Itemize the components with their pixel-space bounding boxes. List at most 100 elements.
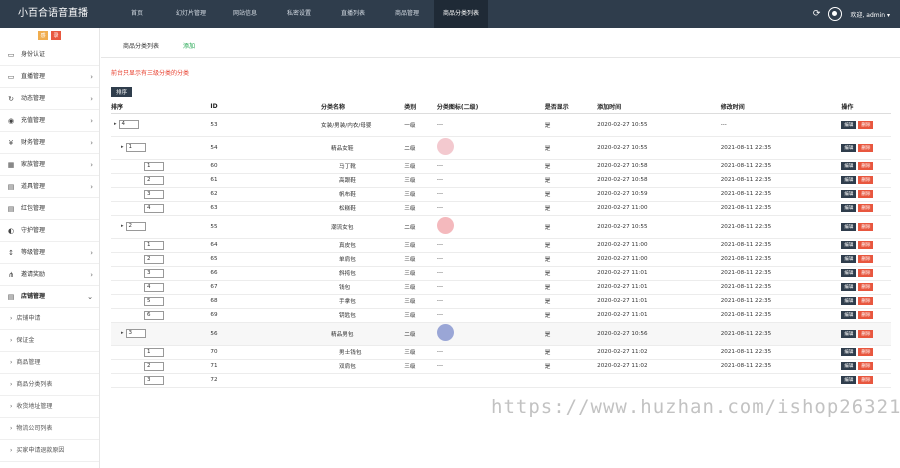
- edit-button[interactable]: 编辑: [841, 162, 857, 170]
- brand-title[interactable]: 小百合语音直播: [0, 0, 110, 28]
- edit-button[interactable]: 编辑: [841, 176, 857, 184]
- edit-button[interactable]: 编辑: [841, 241, 857, 249]
- delete-button[interactable]: 删除: [858, 241, 874, 249]
- sidebar-item[interactable]: ▦ 家族管理 ›: [0, 154, 99, 176]
- delete-button[interactable]: 删除: [858, 297, 874, 305]
- sort-input[interactable]: 2: [144, 361, 164, 371]
- nav-tab[interactable]: 首页: [110, 0, 164, 28]
- badge-red[interactable]: 录: [51, 31, 61, 40]
- delete-button[interactable]: 删除: [858, 348, 874, 356]
- sidebar-item[interactable]: ▭ 直播管理 ›: [0, 66, 99, 88]
- delete-button[interactable]: 删除: [858, 204, 874, 212]
- nav-tab[interactable]: 商品分类列表: [434, 0, 488, 28]
- sort-input[interactable]: 2: [144, 254, 164, 264]
- sort-input[interactable]: 2: [144, 175, 164, 185]
- delete-button[interactable]: 删除: [858, 190, 874, 198]
- nav-tab[interactable]: 直播列表: [326, 0, 380, 28]
- tab-add[interactable]: 添加: [171, 36, 207, 57]
- show-cell: 是: [544, 215, 598, 239]
- edit-button[interactable]: 编辑: [841, 143, 857, 152]
- sort-input[interactable]: 3: [144, 268, 164, 278]
- sort-input[interactable]: 1: [144, 347, 164, 357]
- sidebar-subitem[interactable]: › 物流公司列表: [0, 418, 99, 440]
- delete-button[interactable]: 删除: [858, 162, 874, 170]
- nav-tab[interactable]: 私密设置: [272, 0, 326, 28]
- sort-input[interactable]: 6: [144, 310, 164, 320]
- refresh-icon[interactable]: ⟳: [813, 9, 821, 19]
- edit-button[interactable]: 编辑: [841, 190, 857, 198]
- sort-input[interactable]: 3: [144, 189, 164, 199]
- delete-button[interactable]: 删除: [858, 283, 874, 291]
- badge-yellow[interactable]: 感: [38, 31, 48, 40]
- notice-text: 前台只显示有三级分类的分类: [111, 70, 190, 77]
- delete-button[interactable]: 删除: [858, 143, 874, 152]
- nav-tab[interactable]: 网站信息: [218, 0, 272, 28]
- edit-button[interactable]: 编辑: [841, 222, 857, 231]
- sidebar-item[interactable]: ↕ 等级管理 ›: [0, 242, 99, 264]
- sidebar-item[interactable]: ⋔ 邀请奖励 ›: [0, 264, 99, 286]
- sort-input[interactable]: 4: [118, 120, 139, 129]
- sort-input[interactable]: 1: [144, 240, 164, 250]
- edit-button[interactable]: 编辑: [841, 269, 857, 277]
- sidebar-item[interactable]: ◐ 守护管理: [0, 220, 99, 242]
- sort-input[interactable]: 1: [144, 161, 164, 171]
- sort-input[interactable]: 3: [125, 329, 146, 338]
- user-menu[interactable]: 欢迎, admin ▾: [850, 10, 890, 19]
- delete-button[interactable]: 删除: [858, 255, 874, 263]
- delete-button[interactable]: 删除: [858, 329, 874, 338]
- avatar[interactable]: [828, 7, 843, 21]
- edit-button[interactable]: 编辑: [841, 120, 857, 129]
- expand-icon[interactable]: ▸: [114, 121, 117, 127]
- sidebar-subitem[interactable]: › 保证金: [0, 330, 99, 352]
- edit-button[interactable]: 编辑: [841, 297, 857, 305]
- sidebar-subitem[interactable]: › 商品分类列表: [0, 374, 99, 396]
- sort-input[interactable]: 5: [144, 296, 164, 306]
- edit-button[interactable]: 编辑: [841, 362, 857, 370]
- delete-button[interactable]: 删除: [858, 222, 874, 231]
- delete-button[interactable]: 删除: [858, 362, 874, 370]
- sidebar-item[interactable]: ▤ 店铺管理 ⌄: [0, 286, 99, 308]
- actions-cell: 编辑 删除: [841, 308, 891, 323]
- nav-tab[interactable]: 商品管理: [380, 0, 434, 28]
- sidebar-subitem-label: 商品分类列表: [16, 380, 53, 388]
- edit-button[interactable]: 编辑: [841, 311, 857, 319]
- sort-input[interactable]: 4: [144, 203, 164, 213]
- nav-tab[interactable]: 幻灯片管理: [164, 0, 218, 28]
- delete-button[interactable]: 删除: [858, 269, 874, 277]
- sidebar-subitem[interactable]: › 店铺申请: [0, 308, 99, 330]
- sort-input[interactable]: 3: [144, 375, 164, 385]
- sidebar-subitem[interactable]: › 买家申请退款原因: [0, 440, 99, 462]
- sidebar-subitem[interactable]: › 商品管理: [0, 352, 99, 374]
- expand-icon[interactable]: ▸: [121, 330, 124, 336]
- sort-input[interactable]: 1: [125, 143, 146, 152]
- sidebar-item[interactable]: ↻ 动态管理 ›: [0, 88, 99, 110]
- edit-button[interactable]: 编辑: [841, 329, 857, 338]
- delete-button[interactable]: 删除: [858, 120, 874, 129]
- sidebar-item[interactable]: ¥ 财务管理 ›: [0, 132, 99, 154]
- table-row: 3 62 帆布鞋 三级 --- 是 2020-02-27 10:59 2021-08-11 2…: [111, 187, 891, 202]
- sort-input[interactable]: 4: [144, 282, 164, 292]
- level-cell: 三级: [404, 266, 437, 281]
- delete-button[interactable]: 删除: [858, 311, 874, 319]
- sidebar-subitem[interactable]: › 收货地址管理: [0, 396, 99, 418]
- expand-icon[interactable]: ▸: [121, 144, 124, 150]
- edit-button[interactable]: 编辑: [841, 348, 857, 356]
- id-cell: 60: [210, 159, 322, 174]
- sidebar-item[interactable]: ▤ 道具管理 ›: [0, 176, 99, 198]
- edit-button[interactable]: 编辑: [841, 204, 857, 212]
- edit-button[interactable]: 编辑: [841, 283, 857, 291]
- delete-button[interactable]: 删除: [858, 176, 874, 184]
- sort-button[interactable]: 排序: [111, 87, 133, 97]
- menu-icon: ▤: [7, 204, 15, 213]
- show-cell: 是: [544, 238, 598, 253]
- sidebar-item[interactable]: ▭ 身份认证: [0, 44, 99, 66]
- delete-button[interactable]: 删除: [858, 376, 874, 384]
- sidebar-item[interactable]: ▤ 红包管理: [0, 198, 99, 220]
- sort-input[interactable]: 2: [125, 222, 146, 231]
- expand-icon[interactable]: ▸: [121, 223, 124, 229]
- level-cell: 三级: [404, 238, 437, 253]
- edit-button[interactable]: 编辑: [841, 255, 857, 263]
- tab-category-list[interactable]: 商品分类列表: [111, 36, 171, 57]
- edit-button[interactable]: 编辑: [841, 376, 857, 384]
- sidebar-item[interactable]: ◉ 充值管理 ›: [0, 110, 99, 132]
